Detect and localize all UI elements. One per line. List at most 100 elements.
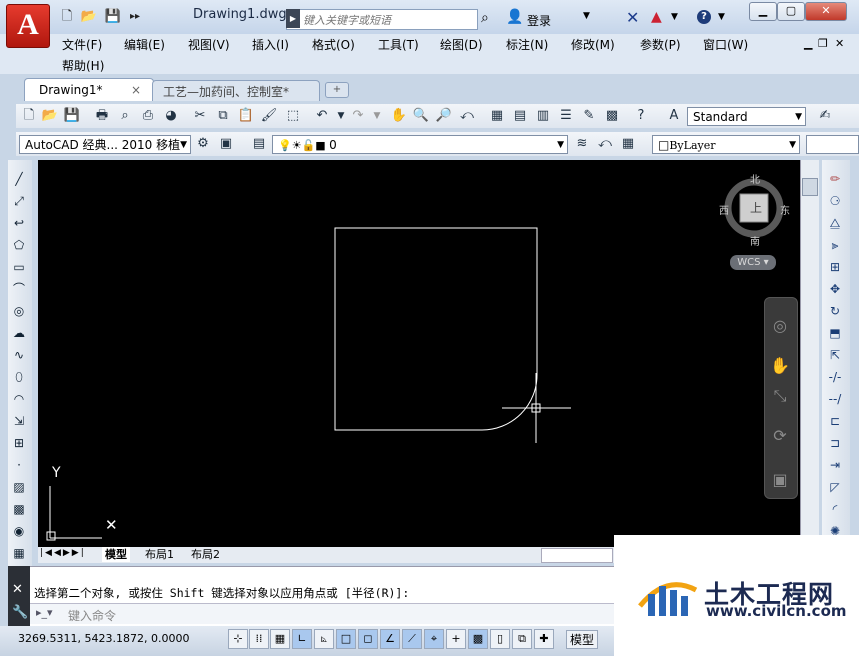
construction-line-icon[interactable]: ⤢ [10,192,28,210]
revision-cloud-icon[interactable]: ☁ [10,324,28,342]
fillet-icon[interactable]: ◜ [826,500,844,518]
sheet-set-icon[interactable]: ☰ [557,107,575,125]
point-icon[interactable]: · [10,456,28,474]
close-window-button[interactable]: ✕ [805,2,847,21]
trim-icon[interactable]: -/- [826,368,844,386]
ortho-mode-icon[interactable]: ∟ [292,629,312,649]
lineweight-icon[interactable]: + [446,629,466,649]
dim-style-icon[interactable]: ✍ [816,107,834,125]
gradient-icon[interactable]: ▩ [10,500,28,518]
compass-east[interactable]: 东 [780,202,790,217]
rotate-icon[interactable]: ↻ [826,302,844,320]
menu-help[interactable]: 帮助(H) [62,57,104,74]
infer-constraints-icon[interactable]: ⊹ [228,629,248,649]
text-style-icon[interactable]: A [665,107,683,125]
copy-icon[interactable]: ⧉ [214,107,232,125]
design-center-icon[interactable]: ▤ [511,107,529,125]
customize-command-icon[interactable]: 🔧 [12,605,28,620]
zoom-window-icon[interactable]: 🔎 [435,107,453,125]
workspace-select[interactable]: AutoCAD 经典... 2010 移植 ▼ [19,135,191,154]
user-icon[interactable]: 👤 [506,9,523,25]
rectangle-icon[interactable]: ▭ [10,258,28,276]
mdi-restore-icon[interactable]: ❐ [818,37,828,50]
layer-manager-icon[interactable]: ▤ [250,135,268,153]
minimize-button[interactable]: ▁ [749,2,777,21]
save-icon[interactable]: 💾 [104,9,122,25]
otrack-icon[interactable]: ∠ [380,629,400,649]
spline-icon[interactable]: ∿ [10,346,28,364]
new-tab-icon[interactable]: + [325,82,349,98]
block-editor-icon[interactable]: ⬚ [284,107,302,125]
menu-draw[interactable]: 绘图(D) [440,36,483,53]
close-command-icon[interactable]: ✕ [12,582,23,597]
compass-north[interactable]: 北 [750,171,760,186]
menu-insert[interactable]: 插入(I) [252,36,289,53]
menu-window[interactable]: 窗口(W) [703,36,748,53]
mdi-close-icon[interactable]: ✕ [835,37,844,50]
preview-icon[interactable]: ⌕ [116,107,134,125]
publish-icon[interactable]: ⎙ [139,107,157,125]
pan-icon[interactable]: ✋ [767,356,793,378]
cut-icon[interactable]: ✂ [191,107,209,125]
linetype-select[interactable] [806,135,859,154]
autocad-logo-icon[interactable]: A [6,4,50,48]
make-block-icon[interactable]: ⊞ [10,434,28,452]
circle-icon[interactable]: ◎ [10,302,28,320]
mdi-minimize-icon[interactable]: ▁ [804,37,812,50]
break-icon[interactable]: ⊐ [826,434,844,452]
move-icon[interactable]: ✥ [826,280,844,298]
stretch-icon[interactable]: ⇱ [826,346,844,364]
more-icon[interactable]: ▸▸ [126,9,144,25]
open-folder-icon[interactable]: 📂 [80,9,98,25]
redo-dropdown-icon[interactable]: ▼ [368,107,386,125]
redo-icon[interactable]: ↷ [349,107,367,125]
dynamic-input-icon[interactable]: ⌖ [424,629,444,649]
table-icon[interactable]: ▦ [10,544,28,562]
join-icon[interactable]: ⇥ [826,456,844,474]
zoom-icon[interactable]: ⤡ [767,386,793,408]
copy-object-icon[interactable]: ⚆ [826,192,844,210]
object-snap-icon[interactable]: □ [336,629,356,649]
text-style-select[interactable]: Standard ▼ [687,107,806,126]
undo-icon[interactable]: ↶ [313,107,331,125]
viewcube-top-face[interactable]: 上 [750,199,762,216]
layer-state-icon[interactable]: ▦ [619,135,637,153]
properties-icon[interactable]: ▦ [488,107,506,125]
menu-tools[interactable]: 工具(T) [378,36,419,53]
binoculars-icon[interactable]: ⌕ [481,10,489,26]
zoom-previous-icon[interactable]: ⤺ [458,107,476,125]
store-dropdown-icon[interactable]: ▼ [671,12,678,22]
selection-cycling-icon[interactable]: ⧉ [512,629,532,649]
annotation-monitor-icon[interactable]: ✚ [534,629,554,649]
snap-mode-icon[interactable]: ⁞⁞ [249,629,269,649]
polygon-icon[interactable]: ⬠ [10,236,28,254]
arc-icon[interactable]: ⌒ [10,280,28,298]
vertical-scroll-thumb[interactable] [802,178,818,196]
exchange-x-icon[interactable]: ✕ [626,8,639,27]
erase-icon[interactable]: ✏ [826,170,844,188]
color-select[interactable]: □ByLayer ▼ [652,135,800,154]
plot-icon[interactable]: 🖶 [93,107,111,125]
grid-display-icon[interactable]: ▦ [270,629,290,649]
tab-close-icon[interactable]: × [131,83,141,97]
wcs-menu[interactable]: WCS ▾ [730,255,776,270]
make-current-layer-icon[interactable]: ≋ [573,135,591,153]
tool-palettes-icon[interactable]: ▥ [534,107,552,125]
showmotion-icon[interactable]: ▣ [767,470,793,492]
login-button[interactable]: 登录 [527,12,551,29]
help-icon[interactable]: ? [697,10,711,24]
ellipse-arc-icon[interactable]: ◠ [10,390,28,408]
ellipse-icon[interactable]: ⬯ [10,368,28,386]
layer-select[interactable]: 💡☀🔓■ 0 ▼ [272,135,568,154]
save-icon[interactable]: 💾 [63,107,81,125]
steering-wheel-icon[interactable]: ◎ [767,316,793,338]
customize-icon[interactable]: ▣ [217,135,235,153]
app-store-icon[interactable]: ▲ [651,9,662,25]
new-icon[interactable]: 🗋 [20,107,38,125]
compass-west[interactable]: 西 [719,202,729,217]
new-file-icon[interactable]: 🗋 [58,9,76,25]
mirror-icon[interactable]: ⧋ [826,214,844,232]
menu-file[interactable]: 文件(F) [62,36,102,53]
insert-block-icon[interactable]: ⇲ [10,412,28,430]
offset-icon[interactable]: ⫸ [826,236,844,254]
